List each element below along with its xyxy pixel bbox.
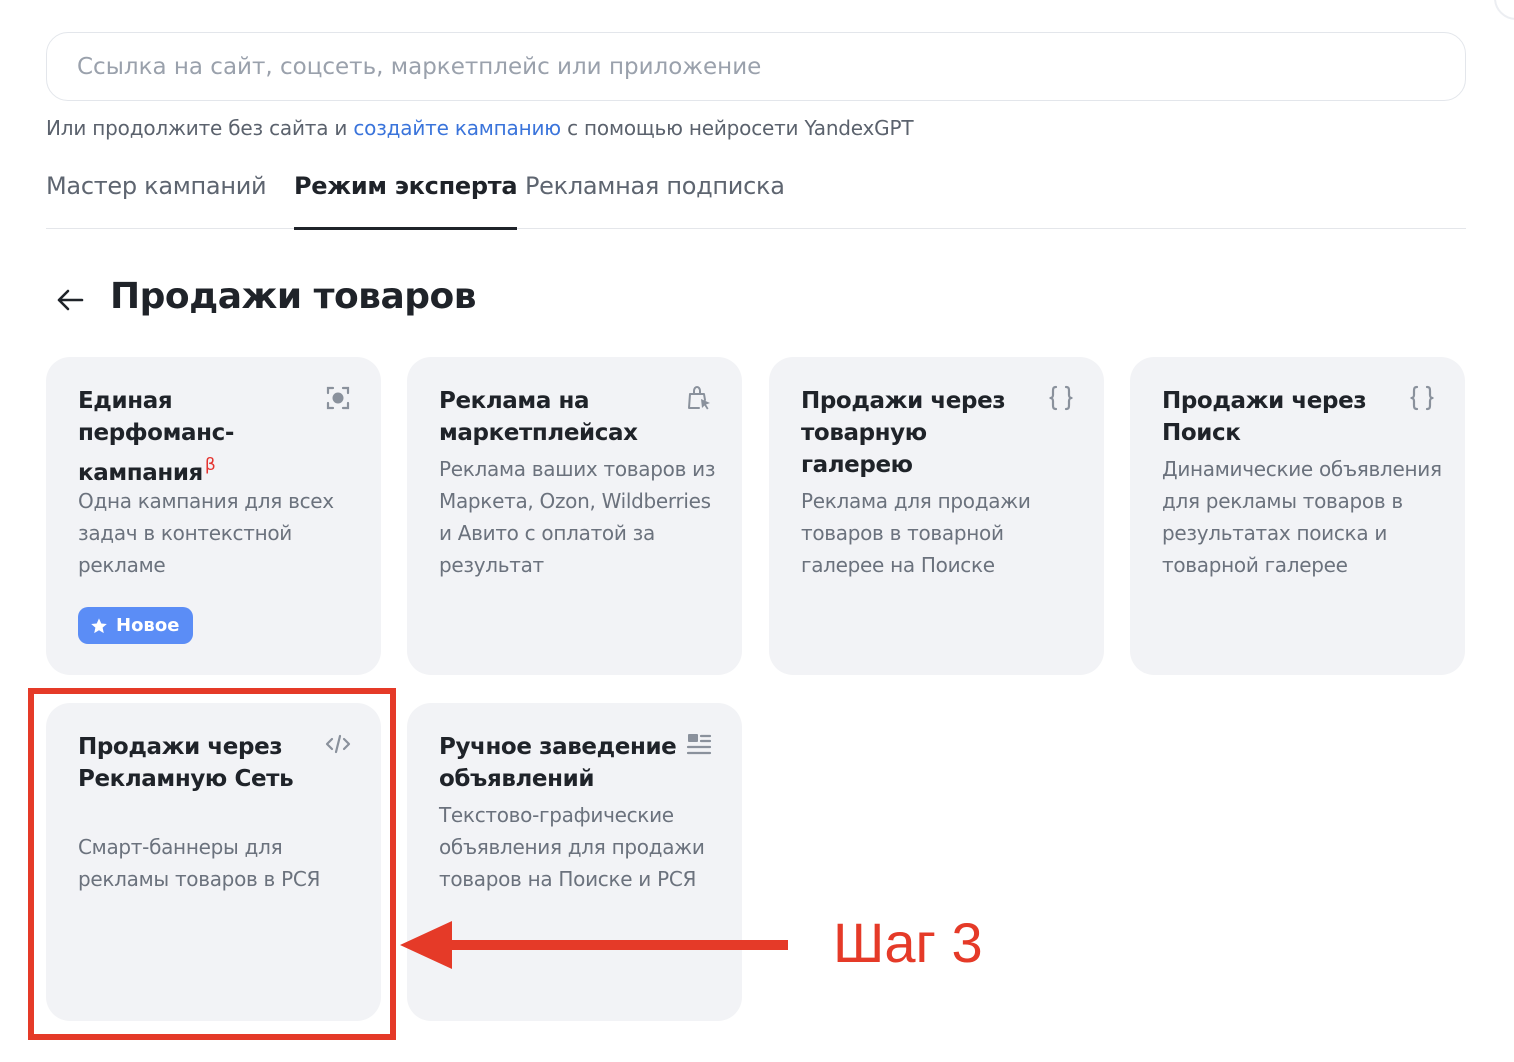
beta-mark: β: [204, 455, 216, 475]
tab-expert-mode[interactable]: Режим эксперта: [294, 172, 518, 230]
card-description: Динамические объявления для рекламы това…: [1162, 457, 1442, 577]
card-description: Реклама для продажи товаров в товарной г…: [801, 489, 1031, 577]
curly-braces-icon: [1049, 385, 1073, 411]
shopping-bag-cursor-icon: [688, 386, 710, 410]
card-description: Реклама ваших товаров из Маркета, Ozon, …: [439, 457, 716, 577]
card-search-sales[interactable]: Продажи через Поиск Динамические объявле…: [1130, 357, 1465, 675]
site-url-input[interactable]: [47, 33, 1465, 100]
card-description: Одна кампания для всех задач в контекстн…: [78, 489, 334, 577]
arrow-left-icon[interactable]: [52, 282, 88, 318]
mode-tabs: Мастер кампаний Режим эксперта Рекламная…: [46, 172, 1466, 230]
card-unified-performance-campaign[interactable]: Единая перфоманс-кампания β Одна кампания…: [46, 357, 381, 675]
no-site-hint: Или продолжите без сайта и создайте камп…: [46, 116, 914, 140]
card-title: Единая перфоманс-кампания β: [78, 385, 308, 489]
corner-button-edge[interactable]: [1494, 0, 1514, 20]
card-description: Текстово-графические объявления для прод…: [439, 803, 705, 891]
card-title: Продажи через товарную галерею: [801, 388, 1006, 478]
card-ad-network-sales[interactable]: Продажи через Рекламную Сеть Смарт-банне…: [46, 703, 381, 1021]
card-title: Ручное заведение объявлений: [439, 734, 677, 792]
list-lines-icon: [686, 734, 712, 755]
hint-text-after: с помощью нейросети YandexGPT: [560, 116, 914, 140]
tab-ad-subscription[interactable]: Рекламная подписка: [525, 172, 785, 229]
card-title: Продажи через Поиск: [1162, 388, 1367, 446]
annotation-arrow-icon: [400, 921, 788, 969]
site-url-field[interactable]: [46, 32, 1466, 101]
create-campaign-link[interactable]: создайте кампанию: [353, 116, 561, 140]
card-title: Продажи через Рекламную Сеть: [78, 734, 294, 792]
card-description: Смарт-баннеры для рекламы товаров в РСЯ: [78, 835, 321, 891]
tab-campaign-master[interactable]: Мастер кампаний: [46, 172, 267, 229]
card-product-gallery-sales[interactable]: Продажи через товарную галерею Реклама д…: [769, 357, 1104, 675]
curly-braces-icon: [1410, 385, 1434, 411]
hint-text-before: Или продолжите без сайта и: [46, 116, 354, 140]
new-badge[interactable]: Новое: [78, 607, 194, 644]
page-title: Продажи товаров: [110, 276, 477, 317]
step-label: Шаг 3: [833, 911, 983, 974]
target-icon: [326, 386, 350, 410]
card-title: Реклама на маркетплейсах: [439, 388, 638, 446]
code-tag-icon: [325, 734, 351, 754]
star-icon: [91, 617, 107, 633]
page: Или продолжите без сайта и создайте камп…: [0, 0, 1514, 1062]
card-marketplace-ads[interactable]: Реклама на маркетплейсах Реклама ваших т…: [407, 357, 742, 675]
new-badge-label: Новое: [116, 615, 180, 636]
